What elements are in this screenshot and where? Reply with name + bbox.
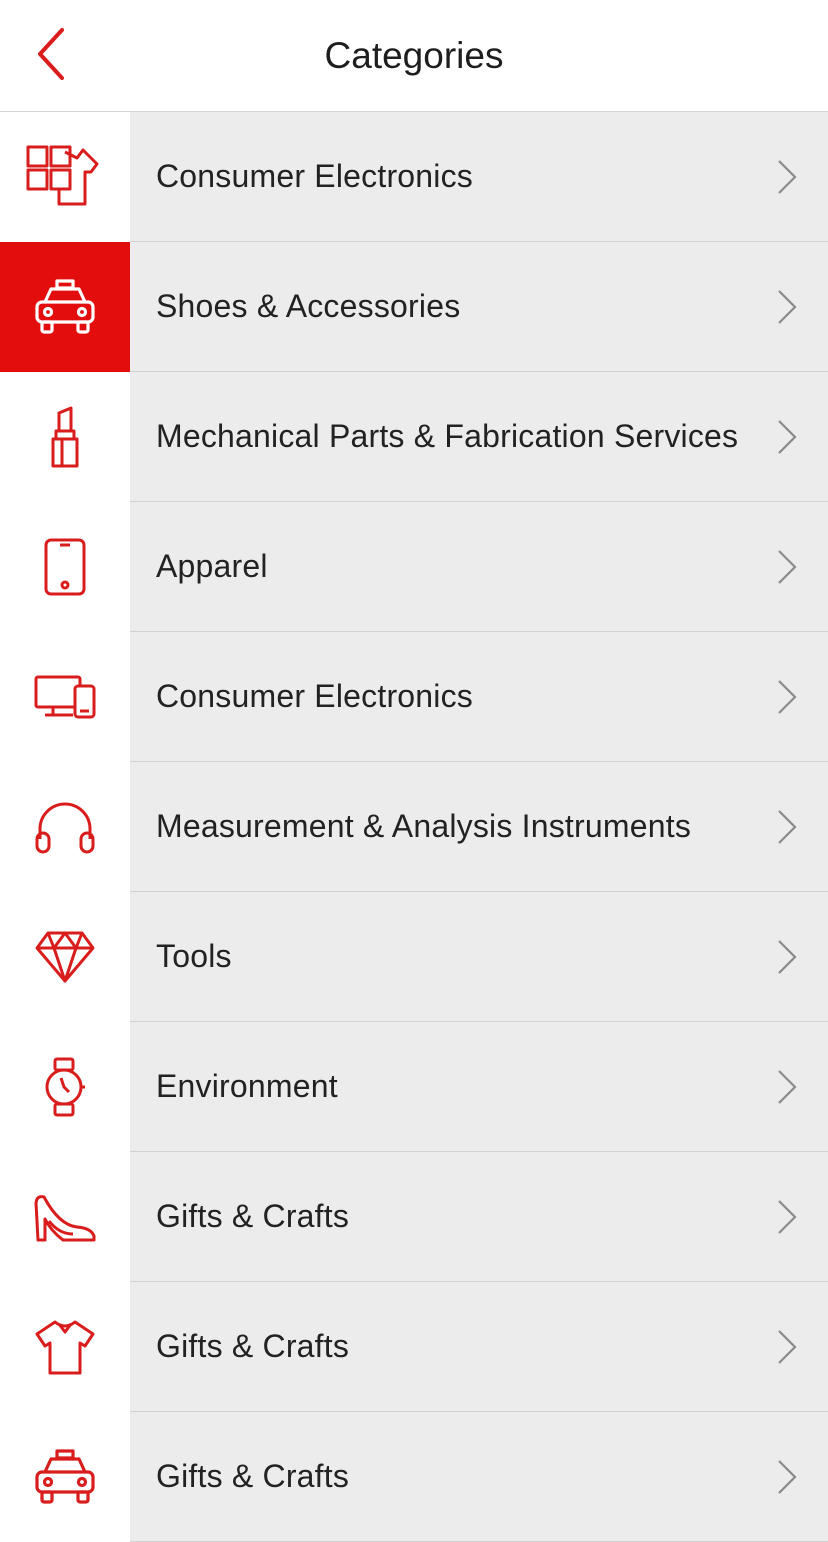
chevron-right-icon xyxy=(778,159,797,194)
chevron-right-icon xyxy=(778,809,797,844)
category-icon-cell xyxy=(0,242,130,372)
category-row[interactable]: Mechanical Parts & Fabrication Services xyxy=(0,372,828,502)
category-label: Gifts & Crafts xyxy=(156,1458,350,1494)
category-icon-cell xyxy=(0,372,130,502)
category-label: Measurement & Analysis Instruments xyxy=(156,808,692,844)
taxi-icon xyxy=(33,278,97,336)
category-row[interactable]: Measurement & Analysis Instruments xyxy=(0,762,828,892)
category-icon-cell xyxy=(0,1152,130,1282)
category-label: Consumer Electronics xyxy=(156,158,473,194)
chevron-right-icon xyxy=(778,679,797,714)
category-label: Gifts & Crafts xyxy=(156,1198,350,1234)
chevron-right-icon xyxy=(778,419,797,454)
chevron-right-icon xyxy=(778,549,797,584)
lipstick-icon xyxy=(48,405,82,469)
chevron-right-icon xyxy=(778,1199,797,1234)
category-row[interactable]: Consumer Electronics xyxy=(0,632,828,762)
category-icon-cell xyxy=(0,1282,130,1412)
category-row[interactable]: Environment xyxy=(0,1022,828,1152)
page-title: Categories xyxy=(324,35,504,76)
high-heel-icon xyxy=(33,1191,97,1243)
t-shirt-icon xyxy=(33,1318,97,1376)
category-row[interactable]: Apparel xyxy=(0,502,828,632)
category-icon-cell xyxy=(0,892,130,1022)
category-label: Environment xyxy=(156,1068,338,1104)
chevron-right-icon xyxy=(778,1069,797,1104)
category-icon-cell xyxy=(0,1412,130,1542)
taxi-icon xyxy=(33,1448,97,1506)
chevron-right-icon xyxy=(778,1329,797,1364)
chevron-right-icon xyxy=(778,939,797,974)
chevron-right-icon xyxy=(778,1459,797,1494)
category-icon-cell xyxy=(0,632,130,762)
headphones-icon xyxy=(34,799,96,855)
category-list: Consumer Electronics Shoes & Accessories xyxy=(0,112,828,1542)
header-bar: Categories xyxy=(0,0,828,112)
category-icon-cell xyxy=(0,502,130,632)
category-row[interactable]: Consumer Electronics xyxy=(0,112,828,242)
category-label: Shoes & Accessories xyxy=(156,288,461,324)
category-label: Mechanical Parts & Fabrication Services xyxy=(156,418,739,454)
category-row[interactable]: Tools xyxy=(0,892,828,1022)
apps-icon xyxy=(25,144,105,210)
category-label: Consumer Electronics xyxy=(156,678,473,714)
category-label: Gifts & Crafts xyxy=(156,1328,350,1364)
category-icon-cell xyxy=(0,762,130,892)
category-row[interactable]: Gifts & Crafts xyxy=(0,1412,828,1542)
chevron-right-icon xyxy=(778,289,797,324)
category-icon-cell xyxy=(0,1022,130,1152)
watch-icon xyxy=(43,1056,87,1118)
category-row[interactable]: Gifts & Crafts xyxy=(0,1152,828,1282)
category-row[interactable]: Gifts & Crafts xyxy=(0,1282,828,1412)
category-label: Apparel xyxy=(156,548,268,584)
category-label: Tools xyxy=(156,938,232,974)
devices-icon xyxy=(33,674,97,720)
phone-icon xyxy=(43,537,87,597)
diamond-icon xyxy=(34,930,96,984)
category-row-selected[interactable]: Shoes & Accessories xyxy=(0,242,828,372)
category-icon-cell xyxy=(0,112,130,242)
